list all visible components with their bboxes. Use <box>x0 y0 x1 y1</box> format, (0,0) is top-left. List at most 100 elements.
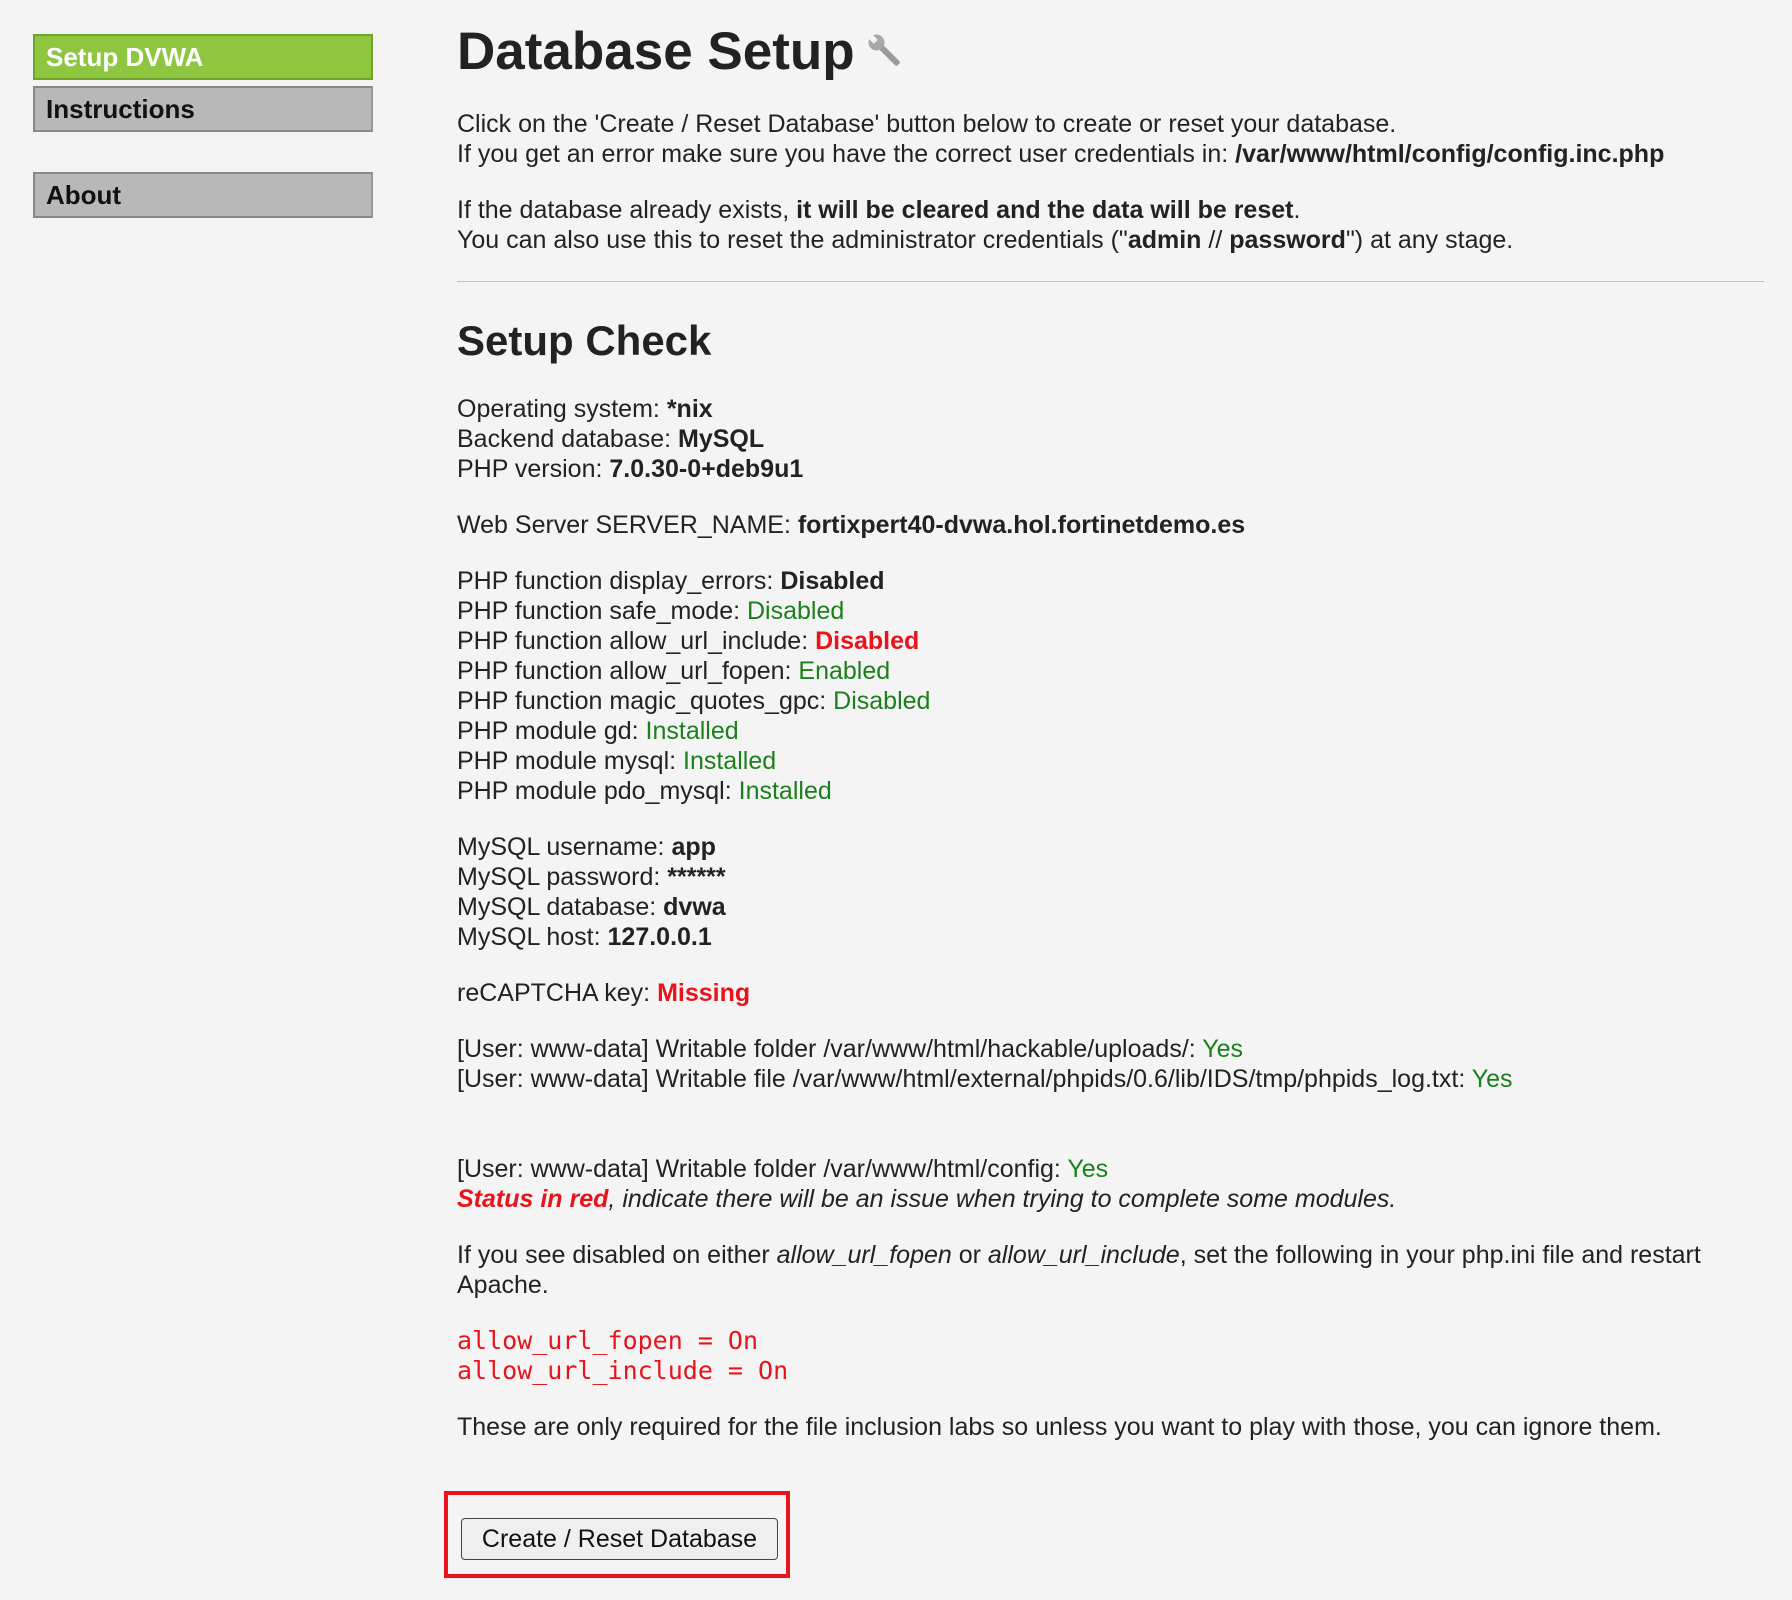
function-row-allow-url-fopen: PHP function allow_url_fopen: Enabled <box>457 656 1762 686</box>
writable-label: [User: www-data] Writable file /var/www/… <box>457 1065 1472 1093</box>
function-row-allow-url-include: PHP function allow_url_include: Disabled <box>457 626 1762 656</box>
mysql-password-row: MySQL password: ****** <box>457 862 1762 892</box>
page-title-text: Database Setup <box>457 22 855 81</box>
final-note: These are only required for the file inc… <box>457 1413 1662 1441</box>
separator: // <box>1201 226 1230 254</box>
wrench-icon <box>865 23 905 87</box>
mysql-database-row: MySQL database: dvwa <box>457 892 1762 922</box>
writable-status: Yes <box>1202 1035 1243 1063</box>
include-term: allow_url_include <box>987 1241 1180 1269</box>
intro-line-4-text: You can also use this to reset the admin… <box>457 226 1128 254</box>
function-row-display-errors: PHP function display_errors: Disabled <box>457 566 1762 596</box>
mysql-value: dvwa <box>663 893 726 921</box>
server-row: Web Server SERVER_NAME: fortixpert40-dvw… <box>457 510 1762 540</box>
intro-line-3: If the database already exists, it will … <box>457 195 1762 225</box>
php-label: PHP version: <box>457 455 610 483</box>
create-reset-database-button[interactable]: Create / Reset Database <box>461 1518 778 1560</box>
intro-line-4-tail: ") at any stage. <box>1345 226 1514 254</box>
function-row-magic-quotes: PHP function magic_quotes_gpc: Disabled <box>457 686 1762 716</box>
writable-config-row: [User: www-data] Writable folder /var/ww… <box>457 1154 1762 1184</box>
function-label: PHP function allow_url_include: <box>457 627 816 655</box>
intro-line-2-text: If you get an error make sure you have t… <box>457 140 1236 168</box>
writable-phpids-row: [User: www-data] Writable file /var/www/… <box>457 1064 1762 1094</box>
module-status: Installed <box>683 747 777 775</box>
sidebar-item-instructions[interactable]: Instructions <box>33 86 373 132</box>
mysql-label: MySQL username: <box>457 833 672 861</box>
section-title-setup-check: Setup Check <box>457 317 712 364</box>
intro-line-1: Click on the 'Create / Reset Database' b… <box>457 110 1397 138</box>
mysql-value: 127.0.0.1 <box>607 923 712 951</box>
os-label: Operating system: <box>457 395 667 423</box>
status-note-text: , indicate there will be an issue when t… <box>608 1185 1397 1213</box>
sidebar-item-about[interactable]: About <box>33 172 373 218</box>
recaptcha-row: reCAPTCHA key: Missing <box>457 978 1762 1008</box>
function-status: Disabled <box>815 627 920 655</box>
module-label: PHP module pdo_mysql: <box>457 777 739 805</box>
function-label: PHP function display_errors: <box>457 567 781 595</box>
writable-status: Yes <box>1067 1155 1109 1183</box>
os-row: Operating system: *nix <box>457 394 1762 424</box>
recaptcha-label: reCAPTCHA key: <box>457 979 658 1007</box>
module-status: Installed <box>645 717 739 745</box>
admin-password: password <box>1229 226 1346 254</box>
function-row-safe-mode: PHP function safe_mode: Disabled <box>457 596 1762 626</box>
writable-uploads-row: [User: www-data] Writable folder /var/ww… <box>457 1034 1762 1064</box>
button-highlight-box: Create / Reset Database <box>444 1491 790 1578</box>
module-row-mysql: PHP module mysql: Installed <box>457 746 1762 776</box>
disabled-note-text: If you see disabled on either <box>457 1241 777 1269</box>
mysql-label: MySQL host: <box>457 923 608 951</box>
server-label: Web Server SERVER_NAME: <box>457 511 798 539</box>
punctuation: . <box>1293 196 1301 224</box>
function-status: Disabled <box>833 687 931 715</box>
recaptcha-status: Missing <box>657 979 751 1007</box>
mysql-value: app <box>671 833 716 861</box>
reset-warning: it will be cleared and the data will be … <box>796 196 1294 224</box>
writable-status: Yes <box>1471 1065 1513 1093</box>
writable-label: [User: www-data] Writable folder /var/ww… <box>457 1035 1203 1063</box>
php-row: PHP version: 7.0.30-0+deb9u1 <box>457 454 1762 484</box>
module-label: PHP module gd: <box>457 717 646 745</box>
config-path: /var/www/html/config/config.inc.php <box>1235 140 1665 168</box>
status-note: Status in red, indicate there will be an… <box>457 1184 1762 1214</box>
function-label: PHP function allow_url_fopen: <box>457 657 799 685</box>
db-label: Backend database: <box>457 425 678 453</box>
mysql-host-row: MySQL host: 127.0.0.1 <box>457 922 1762 952</box>
code-line-fopen: allow_url_fopen = On <box>457 1326 759 1355</box>
sidebar-menu: Setup DVWA Instructions About <box>33 34 373 218</box>
module-row-pdo-mysql: PHP module pdo_mysql: Installed <box>457 776 1762 806</box>
function-label: PHP function safe_mode: <box>457 597 747 625</box>
function-status: Disabled <box>780 567 885 595</box>
intro-line-3-text: If the database already exists, <box>457 196 797 224</box>
mysql-username-row: MySQL username: app <box>457 832 1762 862</box>
mysql-value: ****** <box>667 863 726 891</box>
module-row-gd: PHP module gd: Installed <box>457 716 1762 746</box>
disabled-note-or: or <box>951 1241 988 1269</box>
sidebar-item-setup-dvwa[interactable]: Setup DVWA <box>33 34 373 80</box>
server-value: fortixpert40-dvwa.hol.fortinetdemo.es <box>797 511 1246 539</box>
intro-line-2: If you get an error make sure you have t… <box>457 139 1762 169</box>
php-value: 7.0.30-0+deb9u1 <box>609 455 804 483</box>
writable-label: [User: www-data] Writable folder /var/ww… <box>457 1155 1068 1183</box>
mysql-label: MySQL password: <box>457 863 668 891</box>
function-label: PHP function magic_quotes_gpc: <box>457 687 834 715</box>
disabled-note: If you see disabled on either allow_url_… <box>457 1240 1762 1300</box>
os-value: *nix <box>666 395 713 423</box>
status-in-red: Status in red <box>457 1185 609 1213</box>
function-status: Disabled <box>747 597 845 625</box>
db-row: Backend database: MySQL <box>457 424 1762 454</box>
module-status: Installed <box>738 777 832 805</box>
admin-user: admin <box>1127 226 1202 254</box>
db-value: MySQL <box>678 425 765 453</box>
code-line-include: allow_url_include = On <box>457 1356 789 1385</box>
module-label: PHP module mysql: <box>457 747 684 775</box>
main-content: Database Setup Click on the 'Create / Re… <box>457 20 1764 1442</box>
